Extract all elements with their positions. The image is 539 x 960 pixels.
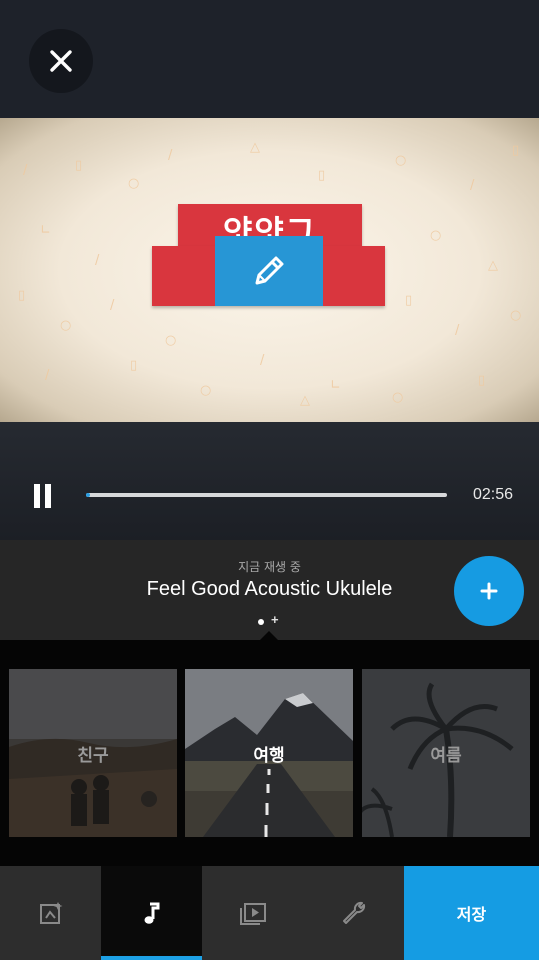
pause-icon: [34, 484, 40, 508]
page-indicator[interactable]: +: [257, 612, 283, 627]
pause-button[interactable]: [33, 484, 53, 508]
tab-music[interactable]: [101, 866, 202, 960]
close-icon: [50, 50, 72, 72]
pencil-icon: [255, 256, 284, 285]
time-display: 02:56: [472, 486, 514, 503]
save-button[interactable]: 저장: [404, 866, 539, 960]
theme-label: 여름: [430, 745, 462, 766]
tab-clips[interactable]: [202, 866, 303, 960]
progress-fill: [86, 493, 90, 497]
plus-icon: [480, 582, 498, 600]
now-playing-panel: 지금 재생 중 Feel Good Acoustic Ukulele +: [0, 540, 539, 640]
video-clips-icon: [239, 903, 266, 925]
theme-card-friend[interactable]: 친구: [9, 669, 177, 837]
tab-tools[interactable]: [303, 866, 404, 960]
add-music-button[interactable]: [454, 556, 524, 626]
playback-controls: 02:56: [0, 422, 539, 540]
top-bar: [0, 0, 539, 118]
theme-card-travel[interactable]: 여행: [185, 669, 353, 837]
edit-title-button[interactable]: [215, 236, 323, 306]
theme-list: 친구 여행 여름: [0, 640, 539, 866]
music-note-icon: [144, 902, 159, 924]
page-add-indicator: +: [271, 612, 279, 627]
page-dot-active: [258, 619, 264, 625]
theme-card-summer[interactable]: 여름: [362, 669, 530, 837]
sparkle-photo-icon: [39, 902, 62, 924]
tab-active-indicator: [101, 956, 202, 960]
video-preview[interactable]: / ▯ ○ / △ ▯ ○ / ▯ ∟ / ○ △ ▯ ○ / ▯ / ○ / ▯ ○ / ∟ ○ ▯ △…: [0, 118, 539, 422]
tab-effects[interactable]: [0, 866, 101, 960]
wrench-icon: [342, 901, 365, 924]
close-button[interactable]: [29, 29, 93, 93]
theme-label: 친구: [77, 745, 109, 766]
bottom-tab-bar: 저장: [0, 866, 539, 960]
progress-bar[interactable]: [86, 493, 447, 497]
theme-label: 여행: [253, 745, 285, 766]
pause-icon-bar: [45, 484, 51, 508]
